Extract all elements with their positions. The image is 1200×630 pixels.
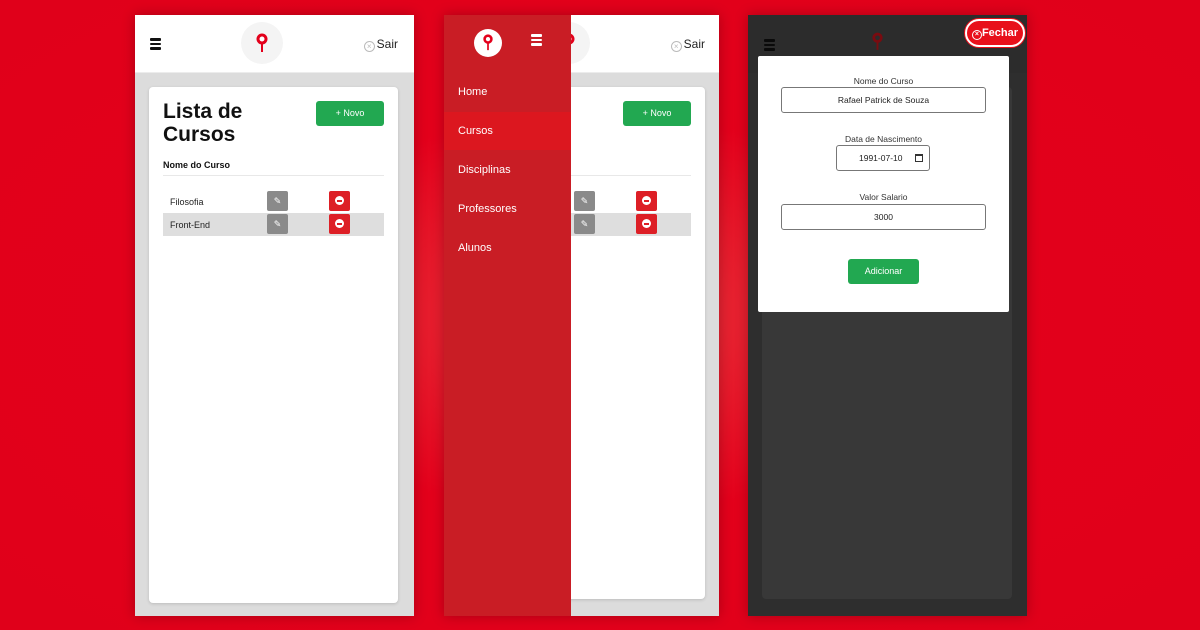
- salario-field[interactable]: 3000: [781, 204, 986, 230]
- menu-icon[interactable]: [764, 39, 775, 51]
- edit-button[interactable]: ✎: [574, 191, 595, 211]
- calendar-icon[interactable]: [915, 154, 923, 162]
- logo: [241, 22, 283, 64]
- sidebar-item-cursos[interactable]: Cursos: [444, 112, 571, 150]
- column-header-name: Nome do Curso: [163, 160, 231, 170]
- edit-button[interactable]: ✎: [574, 214, 595, 234]
- sidebar-item-professores[interactable]: Professores: [444, 190, 571, 228]
- sidebar-item-alunos[interactable]: Alunos: [444, 229, 571, 267]
- pencil-icon: ✎: [580, 219, 589, 229]
- nome-field[interactable]: Rafael Patrick de Souza: [781, 87, 986, 113]
- course-name: Front-End: [170, 220, 211, 230]
- close-label: Fechar: [981, 27, 1019, 39]
- logo-pin-icon: [483, 34, 493, 51]
- phone-screen-sidebar: × Sair + Novo ✎ ✎ Home Cursos Disciplinas…: [444, 15, 719, 616]
- data-nascimento-label: Data de Nascimento: [844, 134, 922, 144]
- logout-link[interactable]: × Sair: [670, 37, 705, 52]
- delete-button[interactable]: [636, 214, 657, 234]
- add-button[interactable]: Adicionar: [848, 259, 919, 284]
- logout-label: Sair: [683, 37, 705, 51]
- edit-button[interactable]: ✎: [267, 214, 288, 234]
- minus-circle-icon: [335, 196, 344, 205]
- sidebar: Home Cursos Disciplinas Professores Alun…: [444, 15, 571, 616]
- new-course-button[interactable]: + Novo: [316, 101, 384, 126]
- table-row: Front-End ✎: [163, 213, 384, 236]
- delete-button[interactable]: [636, 191, 657, 211]
- pencil-icon: ✎: [273, 219, 282, 229]
- pencil-icon: ✎: [273, 196, 282, 206]
- course-list-card: Lista de Cursos + Novo Nome do Curso Fil…: [149, 87, 398, 603]
- delete-button[interactable]: [329, 214, 350, 234]
- minus-circle-icon: [642, 196, 651, 205]
- salario-label: Valor Salario: [859, 192, 908, 202]
- edit-button[interactable]: ✎: [267, 191, 288, 211]
- minus-circle-icon: [642, 219, 651, 228]
- nome-label: Nome do Curso: [853, 76, 914, 86]
- course-name: Filosofia: [170, 197, 204, 207]
- minus-circle-icon: [335, 219, 344, 228]
- table-row: Filosofia ✎: [163, 190, 384, 213]
- logout-label: Sair: [376, 37, 398, 51]
- data-nascimento-value: 1991-07-10: [859, 153, 903, 163]
- delete-button[interactable]: [329, 191, 350, 211]
- phone-screen-modal: × Fechar Nome do Curso Rafael Patrick de …: [748, 15, 1027, 616]
- divider: [163, 175, 384, 176]
- logo: [474, 29, 502, 57]
- close-circle-icon: ×: [363, 41, 375, 52]
- data-nascimento-field[interactable]: 1991-07-10: [836, 145, 930, 171]
- menu-icon[interactable]: [531, 34, 542, 48]
- sidebar-item-disciplinas[interactable]: Disciplinas: [444, 151, 571, 189]
- page-title: Lista de Cursos: [163, 100, 243, 146]
- close-circle-icon: ×: [670, 41, 682, 52]
- close-button[interactable]: × Fechar: [965, 19, 1025, 47]
- menu-icon[interactable]: [150, 38, 161, 50]
- phone-screen-list: × Sair Lista de Cursos + Novo Nome do Cur…: [135, 15, 414, 616]
- pencil-icon: ✎: [580, 196, 589, 206]
- new-course-button[interactable]: + Novo: [623, 101, 691, 126]
- add-modal: Nome do Curso Rafael Patrick de Souza Da…: [758, 56, 1009, 312]
- logo-pin-icon: [872, 32, 883, 50]
- close-circle-icon: ×: [971, 30, 982, 40]
- logout-link[interactable]: × Sair: [363, 37, 398, 52]
- sidebar-item-home[interactable]: Home: [444, 73, 571, 111]
- top-bar: × Sair: [135, 15, 414, 73]
- logo-pin-icon: [256, 33, 268, 52]
